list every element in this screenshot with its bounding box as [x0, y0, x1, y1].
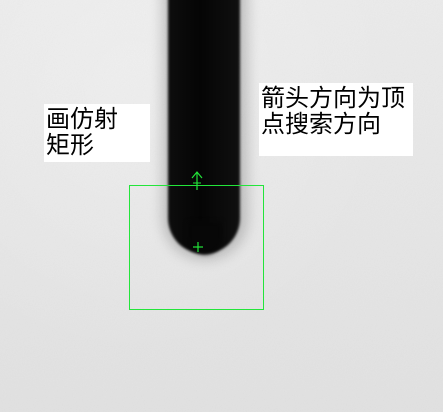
crosshair-plus-icon	[193, 242, 203, 252]
annotation-draw-affine-rectangle: 画仿射 矩形	[44, 104, 150, 162]
arrow-up-icon	[191, 171, 203, 190]
annotation-arrow-search-direction: 箭头方向为顶 点搜索方向	[259, 83, 413, 156]
camera-image-viewport: 画仿射 矩形 箭头方向为顶 点搜索方向	[0, 0, 443, 412]
